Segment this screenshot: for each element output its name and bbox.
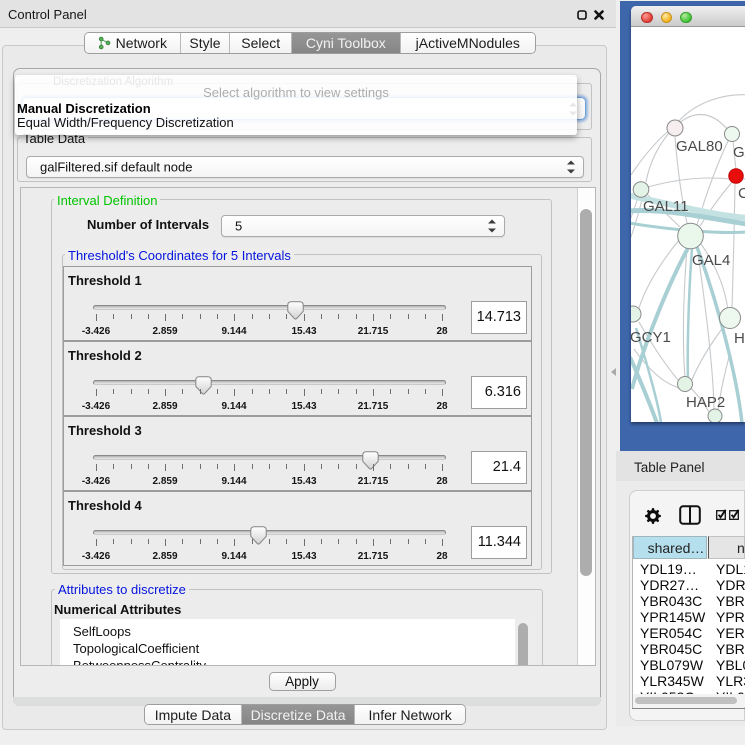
- svg-text:C: C: [738, 185, 745, 202]
- svg-text:HAP2: HAP2: [686, 394, 725, 411]
- svg-text:GCY1: GCY1: [631, 329, 671, 346]
- svg-text:GAL80: GAL80: [676, 138, 723, 155]
- svg-text:GAL4: GAL4: [692, 252, 730, 269]
- svg-text:GA: GA: [733, 144, 745, 161]
- svg-text:H: H: [734, 330, 745, 347]
- svg-text:GAL11: GAL11: [643, 198, 689, 215]
